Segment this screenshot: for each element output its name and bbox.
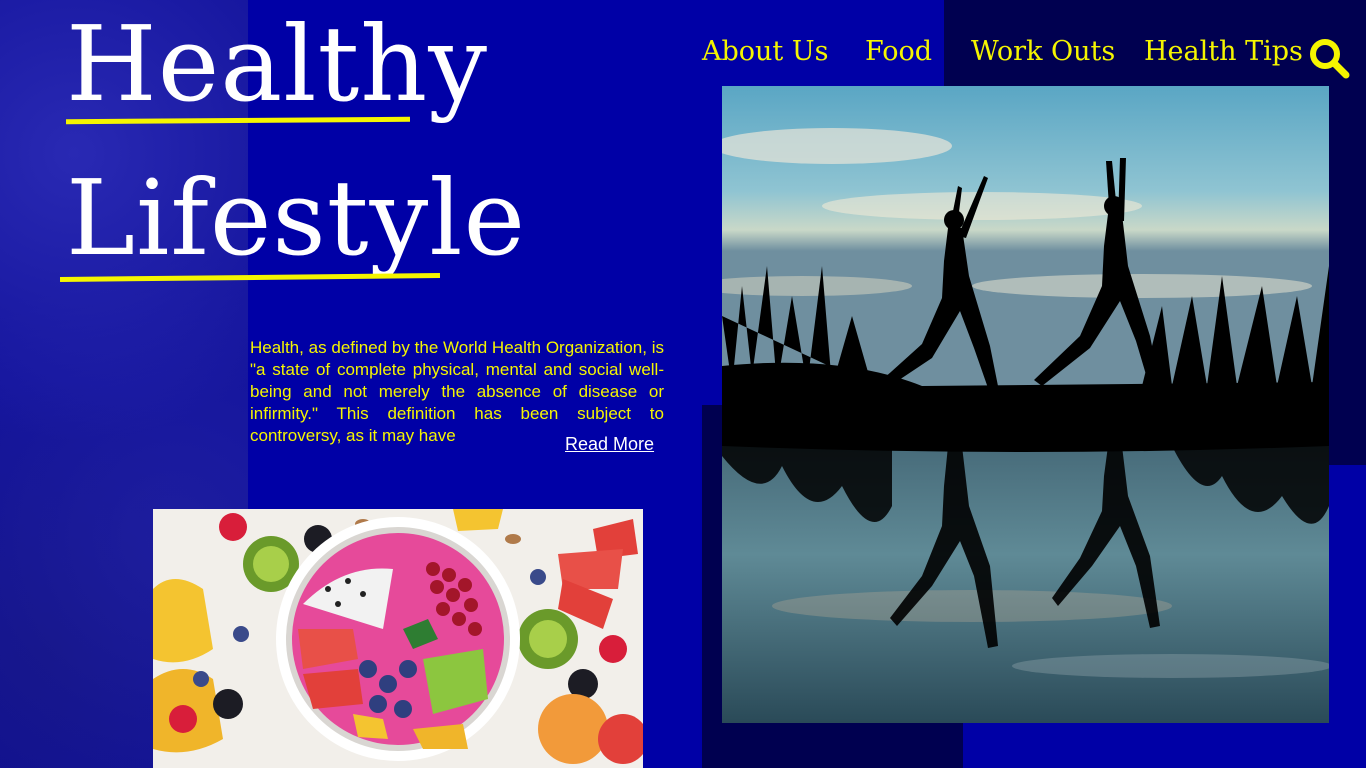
nav-item-food[interactable]: Food (865, 36, 932, 67)
search-icon[interactable] (1308, 37, 1350, 79)
site-title-line2: Lifestyle (66, 157, 527, 279)
fruit-bowl-photo (153, 509, 643, 768)
nav-item-work-outs[interactable]: Work Outs (971, 36, 1115, 67)
intro-paragraph: Health, as defined by the World Health O… (250, 338, 664, 445)
site-title-line1: Healthy (66, 3, 489, 125)
nav-item-about-us[interactable]: About Us (702, 36, 828, 67)
nav-item-health-tips[interactable]: Health Tips (1144, 36, 1303, 67)
read-more-link[interactable]: Read More (565, 434, 654, 455)
yoga-silhouette-photo (722, 86, 1329, 723)
